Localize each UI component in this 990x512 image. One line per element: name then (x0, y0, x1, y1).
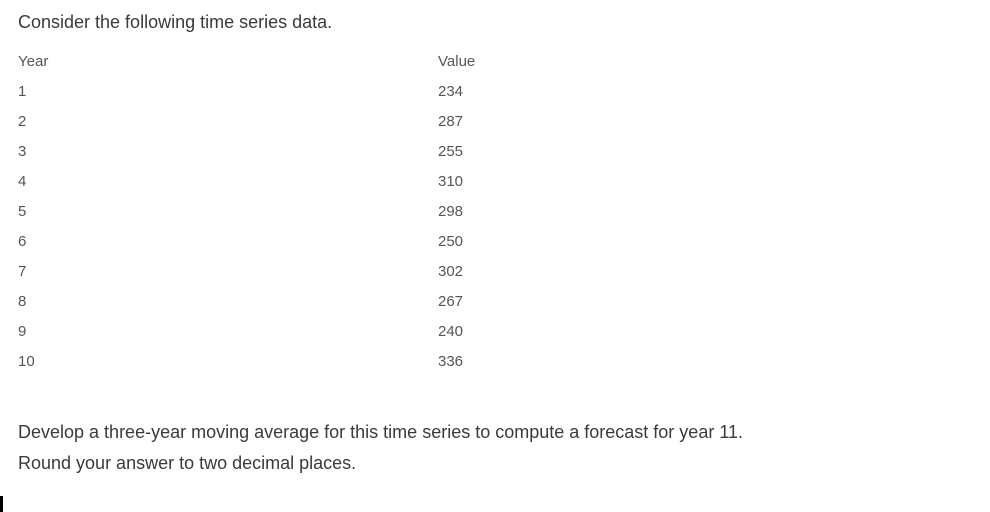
table-row: 8 267 (18, 287, 738, 317)
cell-value: 267 (438, 287, 738, 317)
header-value: Value (438, 47, 738, 77)
time-series-table: Year Value 1 234 2 287 3 255 4 310 5 298… (18, 47, 738, 377)
table-row: 2 287 (18, 107, 738, 137)
cell-value: 255 (438, 137, 738, 167)
table-row: 3 255 (18, 137, 738, 167)
table-row: 9 240 (18, 317, 738, 347)
table-header-row: Year Value (18, 47, 738, 77)
cell-value: 298 (438, 197, 738, 227)
cell-year: 2 (18, 107, 438, 137)
cell-year: 9 (18, 317, 438, 347)
header-year: Year (18, 47, 438, 77)
table-row: 6 250 (18, 227, 738, 257)
table-row: 5 298 (18, 197, 738, 227)
cell-value: 336 (438, 347, 738, 377)
question-line-1: Develop a three-year moving average for … (18, 422, 743, 442)
cell-year: 5 (18, 197, 438, 227)
cell-value: 302 (438, 257, 738, 287)
table-row: 1 234 (18, 77, 738, 107)
cell-year: 6 (18, 227, 438, 257)
cell-value: 234 (438, 77, 738, 107)
cell-year: 7 (18, 257, 438, 287)
cell-year: 8 (18, 287, 438, 317)
table-row: 4 310 (18, 167, 738, 197)
question-line-2: Round your answer to two decimal places. (18, 453, 356, 473)
cell-year: 10 (18, 347, 438, 377)
intro-text: Consider the following time series data. (18, 12, 972, 33)
cell-value: 240 (438, 317, 738, 347)
table-row: 10 336 (18, 347, 738, 377)
cell-year: 1 (18, 77, 438, 107)
question-text: Develop a three-year moving average for … (18, 417, 972, 478)
cell-year: 4 (18, 167, 438, 197)
table-row: 7 302 (18, 257, 738, 287)
cell-value: 310 (438, 167, 738, 197)
cell-value: 287 (438, 107, 738, 137)
text-cursor (0, 496, 3, 512)
cell-year: 3 (18, 137, 438, 167)
cell-value: 250 (438, 227, 738, 257)
